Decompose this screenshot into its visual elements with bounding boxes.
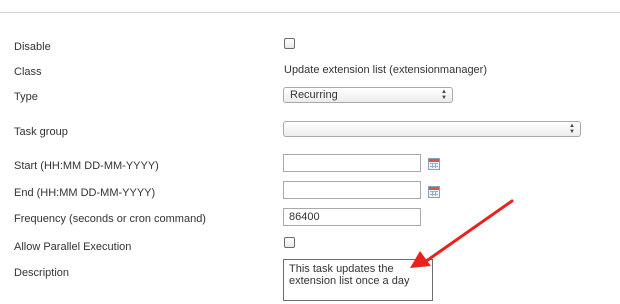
task-group-label: Task group	[14, 126, 68, 138]
task-group-select[interactable]: ▲ ▼	[283, 121, 581, 137]
start-label: Start (HH:MM DD-MM-YYYY)	[14, 160, 159, 172]
parallel-checkbox[interactable]	[284, 237, 295, 248]
description-label: Description	[14, 267, 70, 279]
type-select[interactable]: Recurring ▲ ▼	[283, 87, 453, 103]
calendar-icon[interactable]	[428, 158, 440, 170]
scheduler-task-form: Disable Class Update extension list (ext…	[0, 13, 620, 304]
disable-checkbox[interactable]	[284, 38, 295, 49]
frequency-input[interactable]	[283, 208, 421, 226]
end-label: End (HH:MM DD-MM-YYYY)	[14, 187, 156, 199]
class-label: Class	[14, 66, 42, 78]
class-value: Update extension list (extensionmanager)	[284, 64, 488, 76]
disable-label: Disable	[14, 41, 51, 53]
frequency-label: Frequency (seconds or cron command)	[14, 213, 206, 225]
parallel-label: Allow Parallel Execution	[14, 241, 132, 253]
type-select-value: Recurring	[290, 89, 338, 101]
type-label: Type	[14, 91, 38, 103]
description-textarea[interactable]: This task updates the extension list onc…	[283, 259, 433, 301]
start-input[interactable]	[283, 154, 421, 172]
end-input[interactable]	[283, 181, 421, 199]
calendar-icon[interactable]	[428, 186, 440, 198]
updown-arrows-icon: ▲ ▼	[441, 89, 447, 101]
updown-arrows-icon: ▲ ▼	[569, 123, 575, 135]
